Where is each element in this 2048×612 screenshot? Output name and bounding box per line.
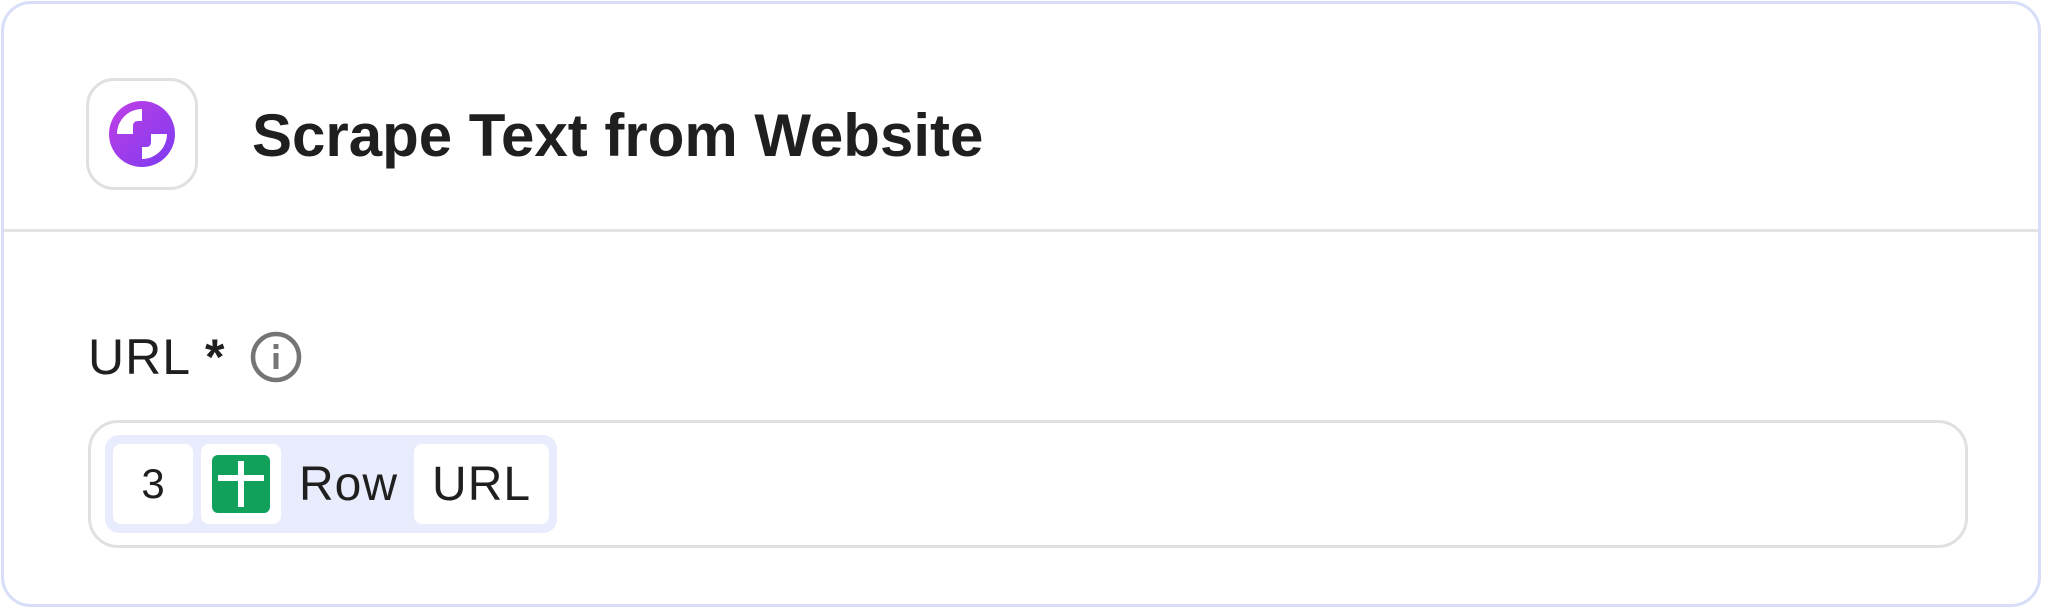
token-source-label: Row <box>299 457 399 511</box>
url-input[interactable]: 3 Row URL <box>88 420 1968 548</box>
step-number-badge: 3 <box>113 444 193 524</box>
field-label: URL <box>88 329 192 385</box>
info-icon[interactable] <box>249 330 303 384</box>
card-header: Scrape Text from Website <box>4 4 2038 232</box>
token-value-label: URL <box>414 444 550 524</box>
action-card: Scrape Text from Website URL * 3 Row URL <box>1 1 2041 607</box>
mapped-value-token[interactable]: 3 Row URL <box>105 435 558 533</box>
scraper-app-icon <box>109 101 175 167</box>
url-field-label-row: URL * <box>88 326 303 388</box>
app-icon-box <box>86 78 198 190</box>
required-marker: * <box>205 329 225 385</box>
page-title: Scrape Text from Website <box>252 102 984 169</box>
google-sheets-icon <box>201 444 281 524</box>
